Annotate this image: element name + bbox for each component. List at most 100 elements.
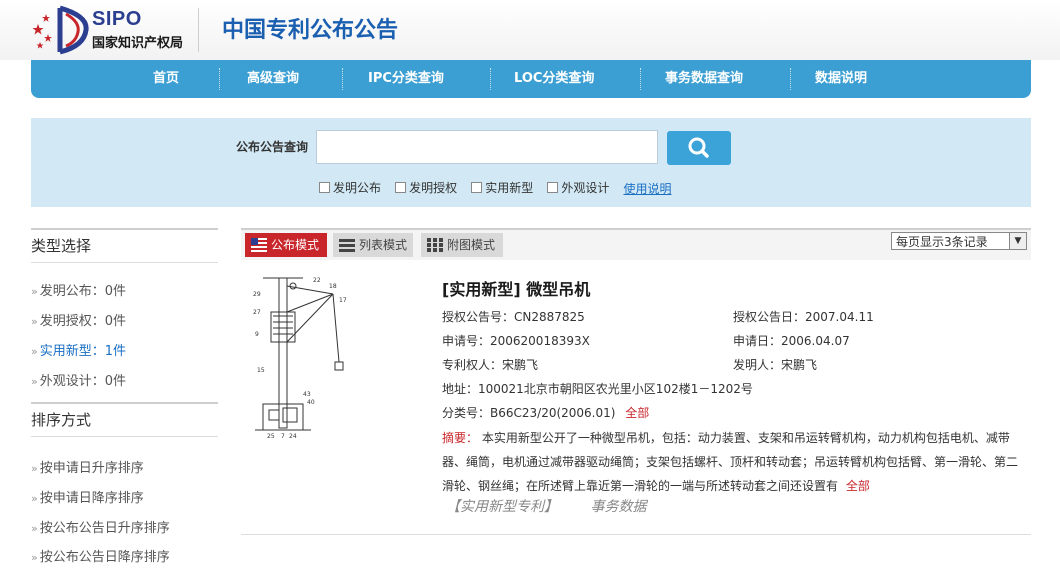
search-label: 公布公告查询 — [236, 140, 309, 154]
svg-text:25: 25 — [267, 433, 275, 440]
checkbox-box[interactable] — [319, 182, 330, 193]
sidebar-item-label: 实用新型：1件 — [39, 344, 127, 359]
nav-item-home[interactable]: 首页 — [153, 60, 179, 98]
sidebar-item-design[interactable]: » 外观设计：0件 — [31, 370, 126, 389]
abstract-text: 本实用新型公开了一种微型吊机，包括：动力装置、支架和吊运转臂机构，动力机构包括电… — [442, 431, 1019, 493]
chevron-right-icon: » — [31, 522, 38, 535]
sipo-logo[interactable]: SIPO 国家知识产权局 — [30, 4, 200, 56]
checkbox-label: 发明授权 — [409, 181, 458, 195]
svg-text:24: 24 — [289, 433, 297, 440]
checkbox-label: 外观设计 — [561, 181, 610, 195]
image-mode-button[interactable]: 附图模式 — [421, 233, 503, 257]
nav-separator — [640, 68, 641, 90]
patentee: 专利权人：宋鹏飞 — [442, 358, 539, 372]
chevron-right-icon: » — [31, 375, 38, 388]
sort-item-label: 按公布公告日降序排序 — [39, 550, 170, 565]
inventor: 发明人：宋鹏飞 — [733, 358, 818, 372]
per-page-select[interactable]: 每页显示3条记录 ▼ — [891, 232, 1027, 250]
grant-publication-number: 授权公告号：CN2887825 — [442, 310, 585, 324]
affairs-data-link[interactable]: 事务数据 — [590, 499, 646, 515]
checkbox-box[interactable] — [547, 182, 559, 193]
header-divider — [198, 8, 199, 52]
abstract-label: 摘要： — [442, 431, 479, 445]
svg-text:18: 18 — [329, 283, 337, 290]
svg-text:29: 29 — [253, 291, 261, 298]
svg-text:40: 40 — [307, 399, 315, 406]
nav-item-advanced-search[interactable]: 高级查询 — [247, 60, 299, 98]
svg-text:15: 15 — [257, 367, 265, 374]
sidebar-item-label: 发明公布：0件 — [39, 284, 127, 299]
sipo-emblem-icon — [32, 5, 89, 55]
grid-icon — [427, 238, 443, 252]
checkbox-label: 发明公布 — [333, 181, 382, 195]
nav-item-ipc-search[interactable]: IPC分类查询 — [368, 60, 444, 98]
usage-help-link[interactable]: 使用说明 — [623, 182, 671, 196]
publication-mode-button[interactable]: 公布模式 — [245, 233, 327, 257]
sort-by-pub-date-asc[interactable]: » 按公布公告日升序排序 — [31, 517, 170, 536]
type-selection-heading: 类型选择 — [31, 228, 218, 263]
sort-by-app-date-desc[interactable]: » 按申请日降序排序 — [31, 487, 144, 506]
sort-item-label: 按申请日降序排序 — [39, 491, 144, 506]
chevron-right-icon: » — [31, 345, 38, 358]
result-title[interactable]: [实用新型] 微型吊机 — [442, 276, 590, 300]
checkbox-utility-model[interactable]: 实用新型 — [471, 179, 533, 196]
logo-text-cn: 国家知识产权局 — [92, 36, 184, 51]
search-type-filters: 发明公布 发明授权 实用新型 外观设计 使用说明 — [319, 178, 671, 196]
mode-label: 附图模式 — [447, 238, 496, 252]
mode-label: 列表模式 — [359, 238, 408, 252]
checkbox-invention-grant[interactable]: 发明授权 — [395, 179, 457, 196]
nav-separator — [342, 68, 343, 90]
checkbox-box[interactable] — [395, 182, 407, 193]
chevron-right-icon: » — [31, 492, 38, 505]
utility-model-patent-link[interactable]: 【实用新型专利】 — [446, 499, 558, 515]
nav-separator — [490, 68, 491, 90]
search-panel: 公布公告查询 发明公布 发明授权 实用新型 外观设计 使用说明 — [31, 118, 1031, 207]
site-title: 中国专利公布公告 — [222, 18, 399, 43]
result-tags: 【实用新型专利】 事务数据 — [446, 496, 674, 516]
sort-heading: 排序方式 — [31, 402, 218, 437]
flag-icon — [251, 238, 267, 252]
per-page-value: 每页显示3条记录 — [896, 235, 988, 249]
sidebar-item-invention-publication[interactable]: » 发明公布：0件 — [31, 280, 126, 299]
logo-text-en: SIPO — [92, 8, 142, 30]
checkbox-design[interactable]: 外观设计 — [547, 179, 609, 196]
sort-by-pub-date-desc[interactable]: » 按公布公告日降序排序 — [31, 546, 170, 565]
svg-text:27: 27 — [253, 309, 261, 316]
chevron-right-icon: » — [31, 285, 38, 298]
nav-item-affairs-search[interactable]: 事务数据查询 — [665, 60, 743, 98]
checkbox-invention-publication[interactable]: 发明公布 — [319, 179, 381, 196]
mode-label: 公布模式 — [271, 238, 320, 252]
nav-item-data-description[interactable]: 数据说明 — [815, 60, 867, 98]
application-date: 申请日：2006.04.07 — [733, 334, 850, 348]
list-mode-button[interactable]: 列表模式 — [333, 233, 413, 257]
sort-item-label: 按申请日升序排序 — [39, 461, 144, 476]
sidebar-item-utility-model[interactable]: » 实用新型：1件 — [31, 340, 126, 359]
svg-text:17: 17 — [339, 297, 347, 304]
nav-item-loc-search[interactable]: LOC分类查询 — [514, 60, 594, 98]
patent-drawing-thumbnail[interactable]: 22 1817 29 27 9 15 4340 25 7 24 — [243, 272, 363, 440]
nav-separator — [790, 68, 791, 90]
view-mode-toolbar: 公布模式 列表模式 附图模式 每页显示3条记录 ▼ — [241, 228, 1031, 260]
address: 地址：100021北京市朝阳区农光里小区102楼1－1202号 — [442, 382, 753, 396]
chevron-right-icon: » — [31, 551, 38, 564]
classification-all-link[interactable]: 全部 — [625, 406, 649, 420]
abstract-all-link[interactable]: 全部 — [846, 479, 870, 493]
sidebar-item-invention-grant[interactable]: » 发明授权：0件 — [31, 310, 126, 329]
search-input[interactable] — [316, 130, 658, 164]
sort-by-app-date-asc[interactable]: » 按申请日升序排序 — [31, 457, 144, 476]
result-item: 22 18 17 29 27 9 15 43 40 25 7 24 [实用新型] 微型吊机 授权… — [241, 262, 1031, 535]
sidebar-item-label: 外观设计：0件 — [39, 374, 127, 389]
main-nav: 首页 高级查询 IPC分类查询 LOC分类查询 事务数据查询 数据说明 — [31, 60, 1031, 98]
svg-text:43: 43 — [303, 391, 311, 398]
checkbox-label: 实用新型 — [485, 181, 534, 195]
svg-text:22: 22 — [313, 277, 321, 284]
classification: 分类号：B66C23/20(2006.01) 全部 — [442, 404, 649, 421]
search-button[interactable] — [667, 131, 731, 165]
abstract: 摘要： 本实用新型公开了一种微型吊机，包括：动力装置、支架和吊运转臂机构，动力机… — [442, 426, 1028, 498]
grant-publication-date: 授权公告日：2007.04.11 — [733, 310, 874, 324]
sidebar-item-label: 发明授权：0件 — [39, 314, 127, 329]
search-icon — [688, 137, 709, 158]
checkbox-box[interactable] — [471, 182, 483, 193]
chevron-down-icon[interactable]: ▼ — [1009, 233, 1026, 249]
chevron-right-icon: » — [31, 315, 38, 328]
